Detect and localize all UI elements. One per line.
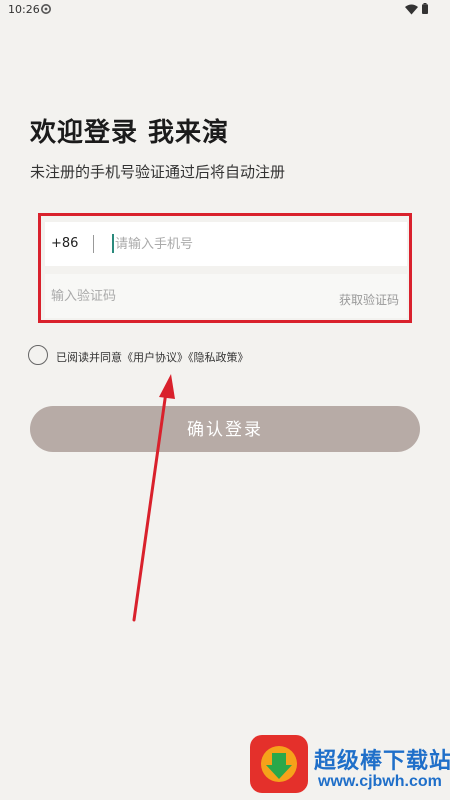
country-code-selector[interactable]: +86 (51, 236, 78, 251)
privacy-policy-link[interactable]: 《隐私政策》 (188, 351, 249, 364)
agreement-prefix: 已阅读并同意 (56, 351, 122, 364)
watermark-url: www.cjbwh.com (318, 773, 442, 790)
confirm-login-button[interactable]: 确认登录 (30, 406, 420, 452)
watermark-text: 超级棒下载站 (314, 749, 450, 774)
site-watermark: 超级棒下载站 www.cjbwh.com (250, 735, 450, 800)
page-title: 欢迎登录 我来演 (30, 118, 230, 148)
agreement-checkbox[interactable] (28, 345, 48, 365)
battery-icon (422, 3, 428, 14)
user-agreement-link[interactable]: 《用户协议》 (122, 351, 188, 364)
phone-input-row: +86 (45, 222, 407, 266)
get-code-button[interactable]: 获取验证码 (339, 291, 399, 308)
text-caret (112, 234, 114, 253)
verification-code-row: 获取验证码 (45, 274, 407, 318)
wifi-icon (405, 4, 418, 15)
login-form-highlight-box: +86 获取验证码 (38, 213, 412, 323)
field-divider (93, 235, 94, 253)
verification-code-input[interactable] (51, 286, 271, 306)
site-logo-icon (250, 735, 308, 793)
status-bar: 10:26 (0, 0, 450, 22)
status-time: 10:26 (8, 3, 40, 16)
page-subtitle: 未注册的手机号验证通过后将自动注册 (30, 163, 286, 181)
phone-number-input[interactable] (115, 234, 395, 254)
settings-gear-icon (41, 4, 51, 14)
agreement-text: 已阅读并同意《用户协议》《隐私政策》 (56, 349, 249, 365)
